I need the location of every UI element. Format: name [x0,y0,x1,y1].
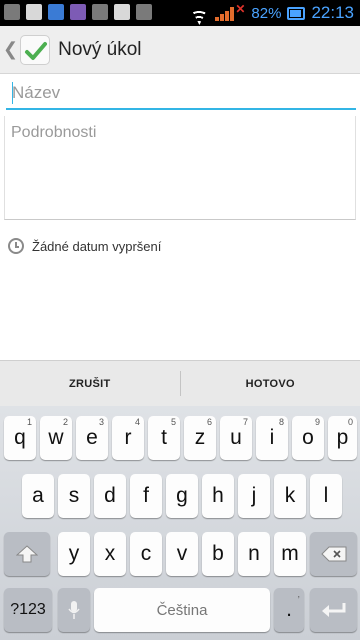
key-a[interactable]: a [22,474,54,518]
signal-icon [215,5,237,21]
battery-icon [287,6,306,20]
key-c[interactable]: c [130,532,162,576]
due-date-row[interactable]: Žádné datum vypršení [8,238,161,254]
photo-icon [70,4,86,20]
enter-icon [321,603,345,617]
soft-keyboard: q1 w2 e3 r4 t5 z6 u7 i8 o9 p0 a s d f g … [0,406,360,640]
key-o[interactable]: o9 [292,416,324,460]
image-icon [136,4,152,20]
key-q[interactable]: q1 [4,416,36,460]
app-logo-icon[interactable] [20,34,51,65]
page-title: Nový úkol [58,38,142,60]
key-b[interactable]: b [202,532,234,576]
done-button[interactable]: HOTOVO [181,361,360,406]
key-k[interactable]: k [274,474,306,518]
action-bar: ZRUŠIT HOTOVO [0,360,360,406]
clock-icon [8,238,24,254]
due-date-label: Žádné datum vypršení [32,238,162,254]
key-v[interactable]: v [166,532,198,576]
key-w[interactable]: w2 [40,416,72,460]
key-r[interactable]: r4 [112,416,144,460]
key-f[interactable]: f [130,474,162,518]
key-y[interactable]: y [58,532,90,576]
shift-key[interactable] [4,532,50,576]
key-x[interactable]: x [94,532,126,576]
shift-icon [16,545,38,563]
back-icon[interactable]: ❮ [3,39,18,60]
voice-input-key[interactable] [58,588,90,632]
key-m[interactable]: m [274,532,306,576]
task-details-input[interactable] [4,116,356,220]
backspace-key[interactable] [310,532,357,576]
talk-icon [114,4,130,20]
cancel-button[interactable]: ZRUŠIT [0,361,180,406]
key-i[interactable]: i8 [256,416,288,460]
key-t[interactable]: t5 [148,416,180,460]
key-s[interactable]: s [58,474,90,518]
key-g[interactable]: g [166,474,198,518]
no-signal-icon: ✕ [235,2,246,16]
space-key[interactable]: Čeština [94,588,270,632]
key-z[interactable]: z6 [184,416,216,460]
key-n[interactable]: n [238,532,270,576]
key-u[interactable]: u7 [220,416,252,460]
battery-percent: 82% [251,4,282,22]
key-e[interactable]: e3 [76,416,108,460]
task-title-input[interactable] [6,78,356,110]
period-key[interactable]: ., [274,588,304,632]
app-bar: ❮ Nový úkol [0,26,360,74]
music-icon [92,4,108,20]
gallery-icon [4,4,20,20]
text-cursor [12,82,13,104]
status-bar: ✕ 82% 22:13 [0,0,360,26]
mail-icon [26,4,42,20]
key-l[interactable]: l [310,474,342,518]
key-p[interactable]: p0 [328,416,357,460]
clock: 22:13 [311,3,354,22]
key-d[interactable]: d [94,474,126,518]
symbols-key[interactable]: ?123 [4,588,52,632]
backspace-icon [320,546,346,562]
app-notification-icon [48,4,64,20]
key-h[interactable]: h [202,474,234,518]
key-j[interactable]: j [238,474,270,518]
wifi-icon [189,5,209,21]
enter-key[interactable] [310,588,357,632]
microphone-icon [68,601,80,619]
